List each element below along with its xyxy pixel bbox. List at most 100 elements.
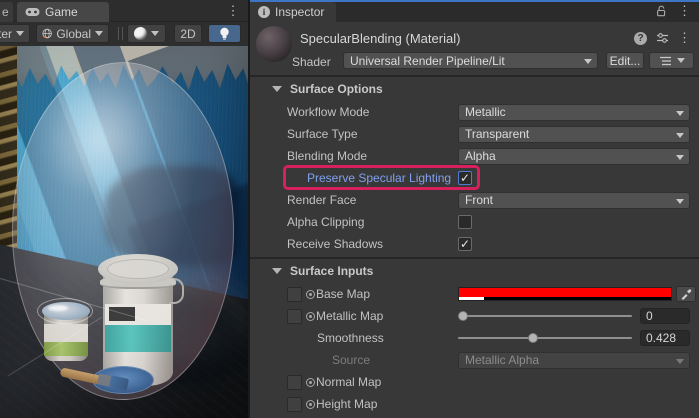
surface-type-dropdown[interactable]: Transparent — [458, 126, 690, 143]
smoothness-value-field[interactable]: 0.428 — [640, 330, 690, 346]
preserve-specular-label: Preserve Specular Lighting — [287, 171, 458, 185]
metallic-slider[interactable] — [458, 308, 632, 324]
chevron-down-icon — [676, 111, 684, 116]
scene-vignette — [0, 46, 248, 418]
slider-track[interactable] — [458, 315, 632, 317]
alpha-clipping-checkbox[interactable]: ✓ — [458, 215, 472, 229]
base-map-label: Base Map — [316, 287, 458, 301]
pivot-mode-button[interactable]: ter — [0, 24, 30, 43]
pivot-mode-label: ter — [0, 27, 12, 41]
normal-map-label: Normal Map — [316, 375, 458, 389]
render-face-label: Render Face — [287, 193, 458, 207]
global-local-label: Global — [56, 27, 91, 41]
foldout-arrow-icon — [272, 268, 282, 274]
chevron-down-icon — [16, 31, 24, 36]
object-picker-icon[interactable] — [304, 400, 316, 409]
object-picker-icon[interactable] — [304, 378, 316, 387]
eyedropper-button[interactable] — [676, 286, 696, 302]
blending-mode-dropdown[interactable]: Alpha — [458, 148, 690, 165]
shaded-sphere-icon — [134, 27, 147, 40]
surface-type-row: Surface Type Transparent — [250, 123, 699, 145]
preserve-specular-checkbox[interactable]: ✓ — [458, 171, 472, 185]
alpha-bar — [459, 297, 671, 300]
slider-knob[interactable] — [458, 311, 468, 321]
inspector-tab[interactable]: i Inspector — [250, 2, 336, 22]
inspector-menu-icon[interactable]: ⋮ — [678, 3, 691, 19]
game-viewport[interactable] — [0, 46, 248, 418]
object-picker-icon[interactable] — [304, 290, 316, 299]
eyedropper-icon — [680, 288, 692, 300]
checkmark-icon: ✓ — [460, 173, 470, 183]
chevron-down-icon — [676, 155, 684, 160]
base-map-color-swatch[interactable] — [458, 287, 672, 301]
help-icon[interactable]: ? — [634, 32, 647, 45]
workflow-mode-row: Workflow Mode Metallic — [250, 101, 699, 123]
smoothness-label: Smoothness — [287, 331, 458, 345]
slider-knob[interactable] — [528, 333, 538, 343]
game-tab[interactable]: Game — [17, 2, 109, 22]
metallic-map-texture-slot[interactable] — [287, 309, 302, 324]
info-icon: i — [258, 6, 270, 18]
normal-map-texture-slot[interactable] — [287, 375, 302, 390]
object-picker-icon[interactable] — [304, 312, 316, 321]
alpha-bar-fill — [459, 297, 484, 300]
shader-edit-button[interactable]: Edit... — [606, 52, 644, 69]
material-header: SpecularBlending (Material) ? ⋮ Shader U… — [250, 22, 699, 75]
shading-mode-button[interactable] — [127, 24, 166, 43]
material-menu-icon[interactable]: ⋮ — [678, 30, 691, 46]
workflow-mode-dropdown[interactable]: Metallic — [458, 104, 690, 121]
game-tab-label: Game — [45, 5, 78, 19]
global-local-button[interactable]: Global — [36, 24, 109, 43]
lock-icon[interactable] — [655, 5, 667, 20]
receive-shadows-checkbox[interactable]: ✓ — [458, 237, 472, 251]
unity-editor: e Game ⋮ ter — [0, 0, 699, 418]
game-panel-menu-icon[interactable]: ⋮ — [226, 3, 240, 19]
scene-tab-partial-label: e — [2, 5, 9, 19]
chevron-down-icon — [151, 31, 159, 36]
mode-2d-label: 2D — [180, 27, 195, 41]
checkmark-icon: ✓ — [460, 239, 470, 249]
smoothness-slider[interactable] — [458, 330, 632, 346]
workflow-mode-label: Workflow Mode — [287, 105, 458, 119]
shader-menu-button[interactable] — [649, 52, 694, 69]
panel-focus-indicator — [250, 0, 699, 2]
game-toolbar: ter Global 2D — [0, 22, 248, 46]
gamepad-icon — [25, 7, 40, 17]
height-map-texture-slot[interactable] — [287, 397, 302, 412]
height-map-row: Height Map — [250, 393, 699, 415]
chevron-down-icon — [676, 359, 684, 364]
smoothness-source-row: Source Metallic Alpha — [250, 349, 699, 371]
normal-map-row: Normal Map — [250, 371, 699, 393]
blending-mode-label: Blending Mode — [287, 149, 458, 163]
shader-label: Shader — [292, 55, 331, 69]
inspector-tab-label: Inspector — [275, 5, 324, 19]
receive-shadows-label: Receive Shadows — [287, 237, 458, 251]
surface-inputs-header[interactable]: Surface Inputs — [250, 259, 699, 283]
render-face-dropdown[interactable]: Front — [458, 192, 690, 209]
presets-icon[interactable] — [656, 32, 669, 44]
source-dropdown: Metallic Alpha — [458, 352, 690, 369]
scene-lighting-button[interactable] — [208, 24, 241, 43]
inspector-tabbar: i Inspector ⋮ — [250, 0, 699, 22]
slider-track[interactable] — [458, 337, 632, 339]
chevron-down-icon — [584, 59, 592, 64]
surface-options-header[interactable]: Surface Options — [250, 77, 699, 101]
metallic-value-field[interactable]: 0 — [640, 308, 690, 324]
preserve-specular-row: Preserve Specular Lighting ✓ — [250, 167, 699, 189]
alpha-clipping-label: Alpha Clipping — [287, 215, 458, 229]
globe-icon — [42, 27, 52, 40]
source-label: Source — [287, 353, 458, 367]
inspector-panel: i Inspector ⋮ SpecularBlending (Material… — [250, 0, 699, 418]
alpha-clipping-row: Alpha Clipping ✓ — [250, 211, 699, 233]
base-map-texture-slot[interactable] — [287, 287, 302, 302]
scene-tab-partial[interactable]: e — [0, 2, 13, 22]
chevron-down-icon — [676, 199, 684, 204]
base-map-row: Base Map — [250, 283, 699, 305]
material-preview-thumbnail[interactable] — [256, 26, 292, 62]
mode-2d-button[interactable]: 2D — [174, 24, 202, 43]
material-title: SpecularBlending (Material) — [300, 31, 460, 46]
chevron-down-icon — [95, 31, 103, 36]
shader-dropdown[interactable]: Universal Render Pipeline/Lit — [343, 52, 598, 69]
height-map-label: Height Map — [316, 397, 458, 411]
surface-type-label: Surface Type — [287, 127, 458, 141]
